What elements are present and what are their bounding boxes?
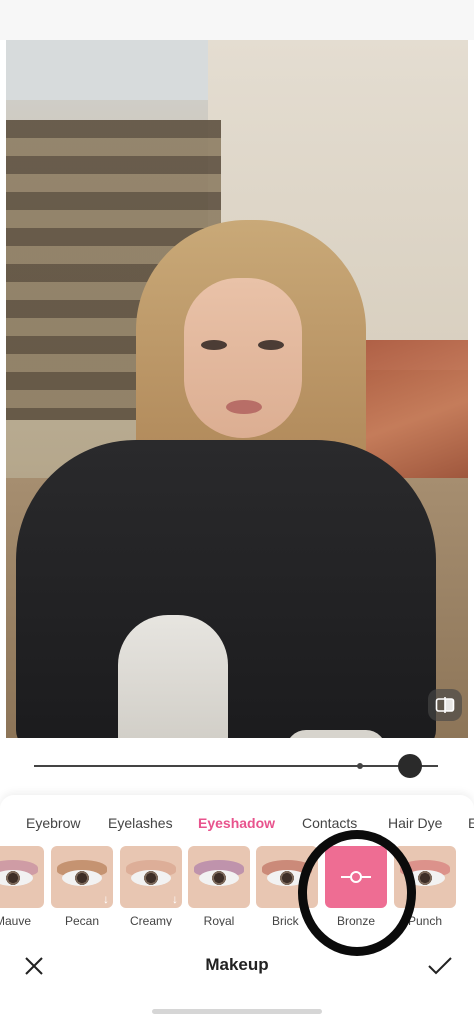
check-icon bbox=[428, 957, 452, 975]
page-title: Makeup bbox=[205, 955, 269, 974]
category-tabs: Eyebrow Eyelashes Eyeshadow Contacts Hai… bbox=[0, 815, 474, 835]
swatch-punch[interactable]: Punch bbox=[394, 846, 456, 926]
confirm-button[interactable] bbox=[426, 954, 454, 978]
tab-contacts[interactable]: Contacts bbox=[302, 815, 357, 831]
adjust-icon bbox=[341, 871, 371, 883]
swatch-royal[interactable]: Royal bbox=[188, 846, 250, 926]
tab-eyebrow[interactable]: Eyebrow bbox=[26, 815, 80, 831]
eyeshadow-swatch-list: Mauve ↓ Pecan ↓ Creamy Royal Brick Bronz… bbox=[0, 846, 474, 926]
status-bar-area bbox=[0, 0, 474, 40]
download-icon: ↓ bbox=[172, 892, 178, 906]
photo-canvas[interactable] bbox=[6, 40, 468, 738]
swatch-mauve[interactable]: Mauve bbox=[0, 846, 44, 926]
slider-default-mark bbox=[357, 763, 363, 769]
subject-eye-left bbox=[201, 340, 227, 350]
tab-eyelashes[interactable]: Eyelashes bbox=[108, 815, 173, 831]
swatch-creamy[interactable]: ↓ Creamy bbox=[120, 846, 182, 926]
intensity-slider[interactable] bbox=[34, 752, 438, 780]
subject-eye-right bbox=[258, 340, 284, 350]
tab-overflow[interactable]: E bbox=[468, 815, 474, 831]
compare-icon bbox=[435, 697, 455, 713]
download-icon: ↓ bbox=[103, 892, 109, 906]
home-indicator[interactable] bbox=[152, 1009, 322, 1014]
tab-eyeshadow[interactable]: Eyeshadow bbox=[198, 815, 275, 831]
swatch-pecan[interactable]: ↓ Pecan bbox=[51, 846, 113, 926]
subject-face bbox=[184, 278, 302, 438]
compare-button[interactable] bbox=[428, 689, 462, 721]
swatch-brick[interactable]: Brick bbox=[256, 846, 318, 926]
subject-lips bbox=[226, 400, 262, 414]
swatch-bronze[interactable]: Bronze bbox=[325, 846, 387, 926]
slider-thumb[interactable] bbox=[398, 754, 422, 778]
tab-hair-dye[interactable]: Hair Dye bbox=[388, 815, 442, 831]
bottom-bar: Makeup bbox=[0, 946, 474, 986]
slider-track bbox=[34, 765, 438, 767]
